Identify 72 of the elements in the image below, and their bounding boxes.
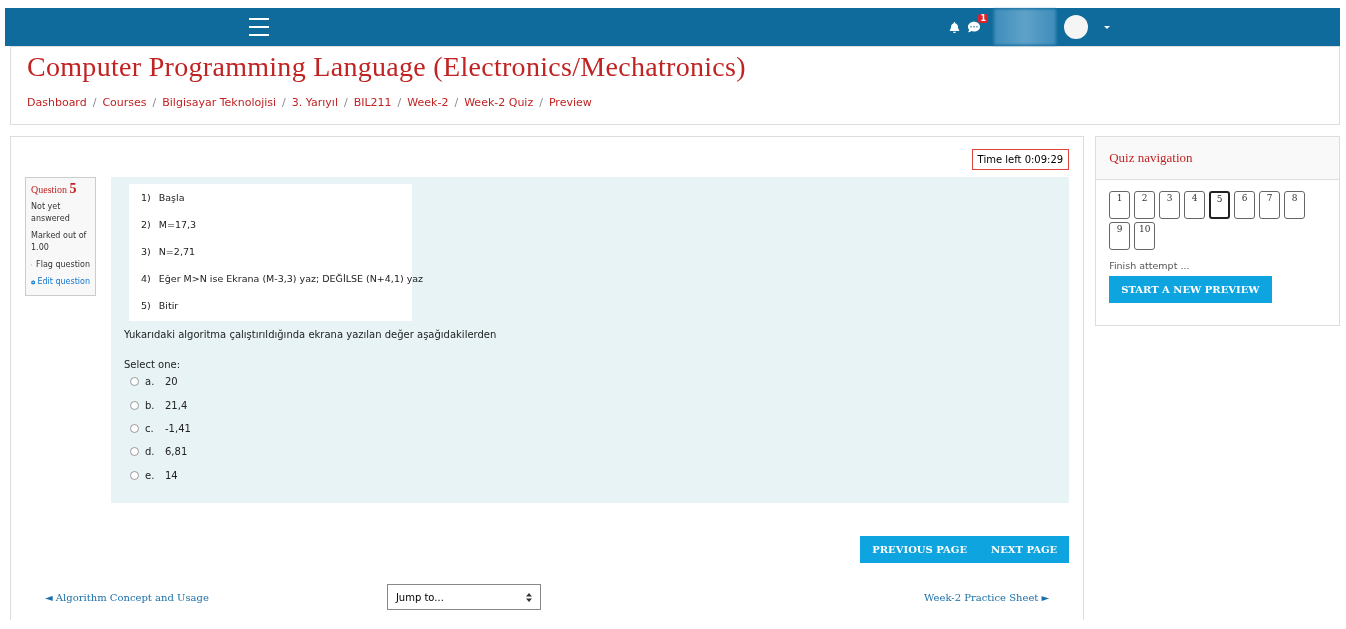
question-nav-button[interactable]: 4 [1184, 191, 1206, 219]
step-number: 1) [141, 192, 151, 205]
breadcrumb-separator: / [343, 96, 348, 109]
step-text: Eğer M>N ise Ekrana (M-3,3) yaz; DEĞİLSE (N+4,1) yaz [158, 273, 424, 286]
question-nav-button[interactable]: 5 [1209, 191, 1231, 219]
question-nav-button[interactable]: 2 [1134, 191, 1156, 219]
bell-icon[interactable] [949, 21, 960, 33]
breadcrumb-link[interactable]: Dashboard [27, 96, 87, 109]
notification-badge: 1 [978, 14, 988, 23]
blurred-username [994, 9, 1056, 45]
breadcrumb-separator: / [397, 96, 402, 109]
timer: Time left 0:09:29 [971, 149, 1070, 170]
option-letter: c. [145, 422, 155, 434]
radio-button[interactable] [130, 377, 139, 387]
caret-icon[interactable] [1104, 25, 1110, 29]
breadcrumb-separator: / [92, 96, 97, 109]
breadcrumb-link[interactable]: Courses [102, 96, 147, 109]
panel-title: Quiz navigation [1096, 137, 1339, 180]
radio-button[interactable] [130, 400, 139, 410]
step-text: Bitir [158, 300, 179, 313]
breadcrumb-link[interactable]: Preview [548, 96, 592, 109]
breadcrumb-separator: / [282, 96, 286, 109]
course-title: Computer Programming Language (Electronics/Mechatronics) [27, 51, 747, 83]
next-activity-link[interactable]: Week-2 Practice Sheet ► [924, 591, 1050, 603]
option-text: 6,81 [165, 446, 188, 458]
option-text: 20 [165, 376, 178, 388]
option-letter: b. [145, 399, 156, 411]
question-nav-button[interactable]: 1 [1109, 191, 1131, 219]
step-number: 5) [141, 300, 151, 313]
breadcrumb-link[interactable]: BIL211 [353, 96, 392, 109]
message-icon[interactable] [968, 21, 980, 33]
question-nav-button[interactable]: 8 [1284, 191, 1306, 219]
breadcrumb-link[interactable]: 3. Yarıyıl [291, 96, 338, 109]
option-text: 14 [165, 469, 178, 481]
jump-to-select[interactable]: Jump to... [386, 584, 541, 610]
breadcrumb-link[interactable]: Week-2 [407, 96, 449, 109]
radio-button[interactable] [130, 447, 139, 457]
breadcrumb-separator: / [454, 96, 459, 109]
edit-question-link[interactable]: Edit question [31, 276, 90, 288]
flag-question-link[interactable]: Flag question [31, 259, 90, 271]
question-nav-button[interactable]: 6 [1234, 191, 1256, 219]
option-letter: a. [145, 376, 156, 388]
question-text: Yukarıdaki algoritma çalıştırıldığında ekrana yazılan değer aşağıdakilerden [124, 329, 498, 340]
sort-arrows-icon [525, 592, 532, 602]
radio-button[interactable] [130, 470, 139, 480]
option-letter: e. [145, 469, 156, 481]
question-nav-button[interactable]: 3 [1159, 191, 1181, 219]
question-mark: Marked out of 1.00 [31, 230, 88, 254]
breadcrumb-separator: / [152, 96, 157, 109]
step-text: N=2,71 [158, 246, 195, 259]
step-text: Başla [158, 192, 185, 205]
step-number: 2) [141, 219, 151, 232]
avatar[interactable] [1064, 15, 1088, 39]
previous-activity-link[interactable]: ◄ Algorithm Concept and Usage [45, 591, 209, 603]
breadcrumb-link[interactable]: Bilgisayar Teknolojisi [162, 96, 277, 109]
radio-button[interactable] [130, 423, 139, 433]
option-letter: d. [145, 446, 156, 458]
option-text: -1,41 [165, 422, 191, 434]
step-number: 4) [141, 273, 151, 286]
gear-icon [31, 277, 36, 287]
question-nav-button[interactable]: 10 [1134, 222, 1156, 250]
question-nav-button[interactable]: 7 [1259, 191, 1281, 219]
breadcrumb-link[interactable]: Week-2 Quiz [464, 96, 534, 109]
option-text: 21,4 [165, 399, 188, 411]
step-text: M=17,3 [158, 219, 197, 232]
finish-attempt-link[interactable]: Finish attempt ... [1109, 260, 1339, 271]
question-nav-button[interactable]: 9 [1109, 222, 1131, 250]
question-number: Question 5 [31, 183, 78, 196]
breadcrumb-separator: / [539, 96, 543, 109]
select-prompt: Select one: [124, 359, 181, 370]
question-status: Not yet answered [31, 201, 71, 225]
step-number: 3) [141, 246, 151, 259]
